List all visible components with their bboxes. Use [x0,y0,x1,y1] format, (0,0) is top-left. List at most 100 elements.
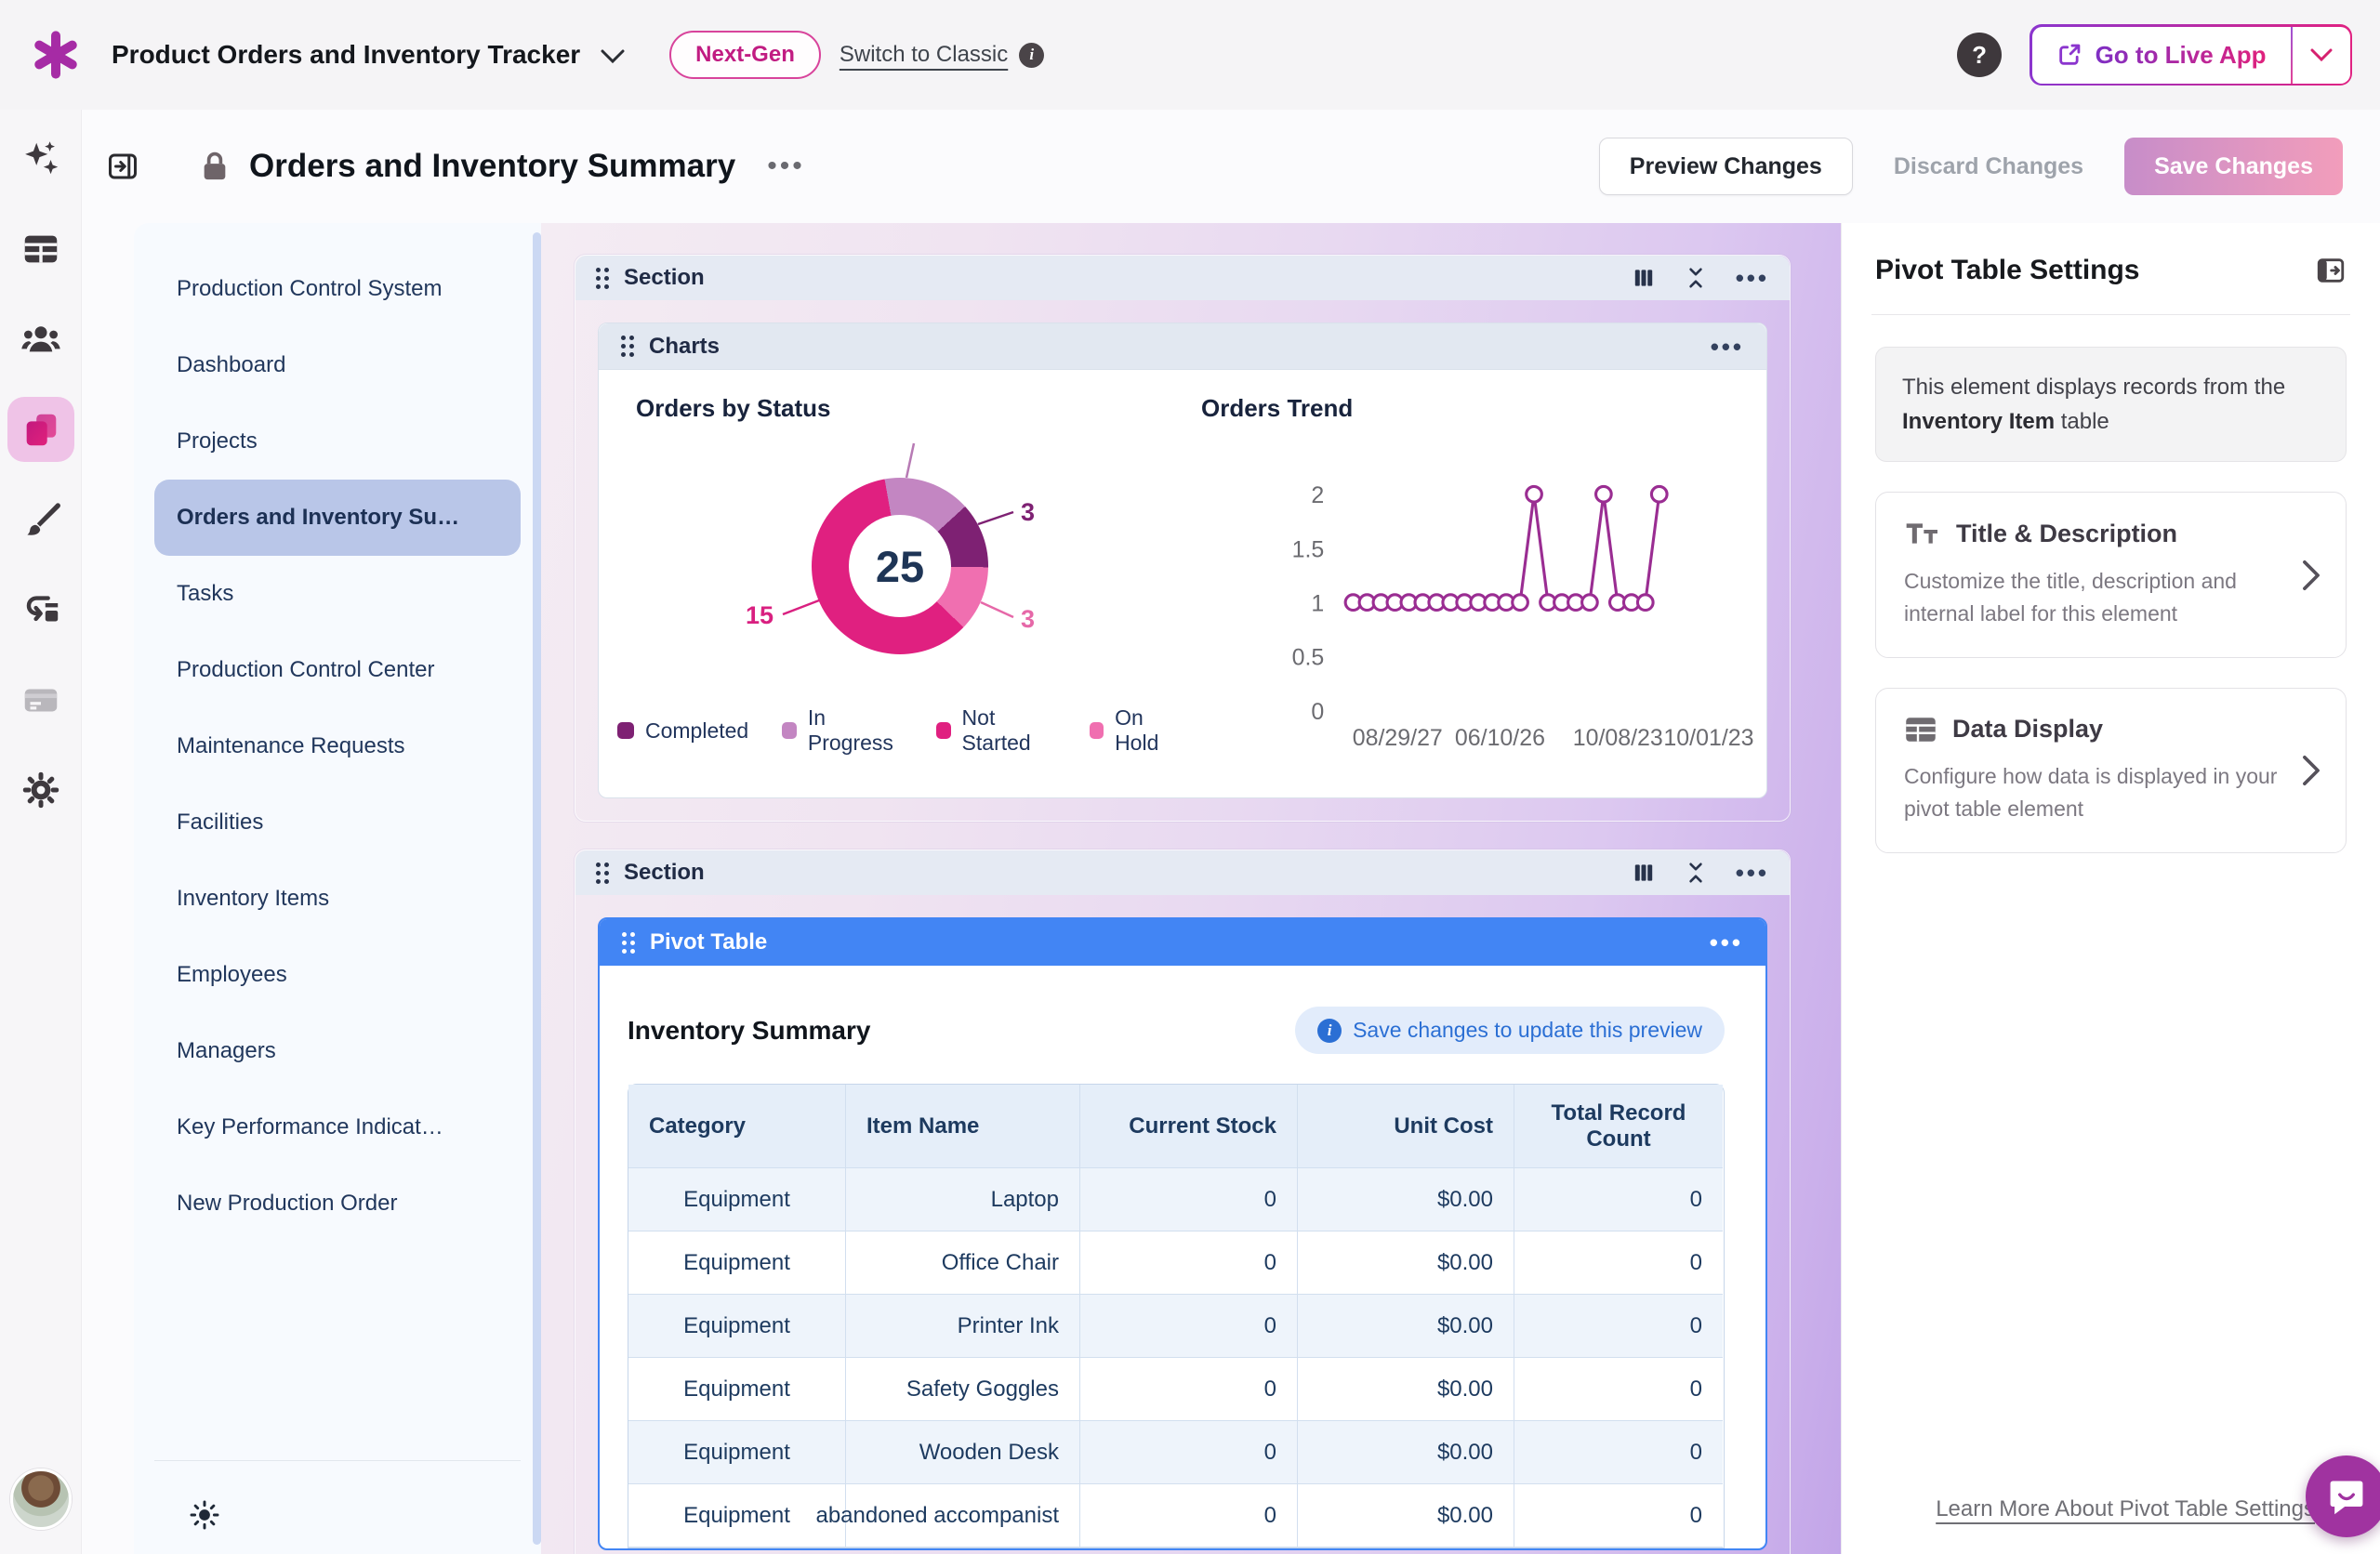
help-button[interactable]: ? [1957,33,2002,77]
donut-center-total: 25 [812,478,988,654]
collapse-sidebar-button[interactable] [102,146,143,187]
classic-info-icon[interactable]: i [1019,43,1044,68]
svg-text:1: 1 [1311,591,1324,617]
pages-icon[interactable] [7,397,74,462]
drag-handle-icon[interactable] [621,336,634,357]
switch-to-classic-link[interactable]: Switch to Classic [840,42,1008,68]
drag-handle-icon[interactable] [622,932,635,954]
column-header[interactable]: Unit Cost [1298,1085,1514,1168]
line-chart-title: Orders Trend [1201,394,1748,423]
design-brush-icon[interactable] [7,487,74,552]
pivot-table-element[interactable]: Pivot Table ••• Inventory Summary i Save… [598,917,1767,1550]
pivot-table-body: Equipment Laptop 0 $0.00 0 [628,1168,1724,1547]
sidebar-page-item[interactable]: New Production Order [154,1166,521,1242]
ai-sparkles-icon[interactable] [7,126,74,191]
title-description-setting[interactable]: Title & Description Customize the title,… [1875,492,2347,658]
cell-unit-cost: $0.00 [1298,1421,1514,1484]
collapse-section-icon[interactable] [1684,266,1708,290]
sidebar-page-item[interactable]: Production Control System [154,251,521,327]
save-changes-button[interactable]: Save Changes [2124,138,2343,195]
table-row[interactable]: Equipment abandoned accompanist 0 $0.00 … [628,1484,1724,1547]
column-header[interactable]: Current Stock [1080,1085,1298,1168]
sidebar-page-item[interactable]: Inventory Items [154,861,521,937]
users-icon[interactable] [7,307,74,372]
preview-notice-badge: i Save changes to update this preview [1295,1007,1725,1054]
go-to-live-app-button[interactable]: Go to Live App [2032,27,2291,84]
drag-handle-icon[interactable] [596,268,609,289]
drag-handle-icon[interactable] [596,863,609,884]
pages-nav-list: Production Control System Dashboard Proj… [134,223,541,1242]
collapse-section-icon[interactable] [1684,861,1708,885]
chevron-right-icon [2301,755,2321,786]
legend-item: On Hold [1090,705,1183,756]
cell-unit-cost: $0.00 [1298,1168,1514,1231]
column-header[interactable]: Item Name [846,1085,1080,1168]
settings-gear-icon[interactable] [7,757,74,823]
donut-legend: Completed In Progress [617,705,1183,756]
section-pivot[interactable]: Section ••• [575,849,1791,1554]
sidebar-page-item[interactable]: Projects [154,403,521,480]
columns-layout-icon[interactable] [1632,861,1656,885]
cell-category: Equipment [628,1484,846,1547]
columns-layout-icon[interactable] [1632,266,1656,290]
sidebar-page-item[interactable]: Employees [154,937,521,1013]
theme-sun-icon[interactable] [190,1500,219,1530]
setting-card-description: Customize the title, description and int… [1904,565,2281,629]
line-chart-svg[interactable]: 21.510.5008/29/2706/10/2610/08/2310/01/2… [1272,451,1755,770]
panel-divider [1871,314,2350,315]
sidebar-page-item[interactable]: Managers [154,1013,521,1089]
page-header: Orders and Inventory Summary ••• Preview… [82,110,2380,223]
table-row[interactable]: Equipment Office Chair 0 $0.00 0 [628,1231,1724,1295]
svg-text:08/29/27: 08/29/27 [1353,725,1443,751]
table-row[interactable]: Equipment Printer Ink 0 $0.00 0 [628,1295,1724,1358]
section-header: Section ••• [575,256,1790,300]
table-grid-icon [1904,716,1937,744]
table-row[interactable]: Equipment Laptop 0 $0.00 0 [628,1168,1724,1231]
section-charts[interactable]: Section ••• [575,255,1791,822]
live-app-dropdown-button[interactable] [2293,27,2350,84]
preview-changes-button[interactable]: Preview Changes [1599,138,1853,195]
discard-changes-button[interactable]: Discard Changes [1894,153,2083,180]
column-header[interactable]: Category [628,1085,846,1168]
page-menu-button[interactable]: ••• [767,151,805,182]
cell-total-count: 0 [1514,1421,1723,1484]
chevron-right-icon [2301,560,2321,591]
legend-swatch [936,722,951,739]
left-icon-rail [0,110,82,1554]
data-tables-icon[interactable] [7,217,74,282]
orders-by-status-chart: Orders by Status 25 [617,394,1183,770]
callout-completed-value: 3 [1021,498,1035,526]
sidebar-page-item[interactable]: Maintenance Requests [154,708,521,784]
learn-more-link[interactable]: Learn More About Pivot Table Settings [1936,1496,2315,1522]
app-logo-icon [32,31,80,79]
support-chat-button[interactable] [2306,1455,2380,1537]
go-to-live-app-button-group: Go to Live App [2030,24,2352,86]
column-header[interactable]: Total Record Count [1514,1085,1723,1168]
charts-element[interactable]: Charts ••• Orders by Status [598,323,1767,798]
sidebar-page-item[interactable]: Facilities [154,784,521,861]
user-avatar[interactable] [10,1468,72,1530]
cell-total-count: 0 [1514,1484,1723,1547]
legend-swatch [617,722,634,739]
table-row[interactable]: Equipment Wooden Desk 0 $0.00 0 [628,1421,1724,1484]
sidebar-page-label: Tasks [177,581,233,607]
workflow-icon[interactable] [7,577,74,642]
sidebar-divider [154,1460,521,1461]
sidebar-page-item[interactable]: Orders and Inventory Su… [154,480,521,556]
cell-current-stock: 0 [1080,1421,1298,1484]
cell-item-name: Laptop [846,1168,1080,1231]
table-row[interactable]: Equipment Safety Goggles 0 $0.00 0 [628,1358,1724,1421]
sidebar-page-label: Orders and Inventory Su… [177,505,459,531]
app-switcher-chevron-icon[interactable] [601,49,625,64]
sidebar-scrollbar[interactable] [533,232,541,1545]
sidebar-page-item[interactable]: Tasks [154,556,521,632]
billing-card-icon[interactable] [7,667,74,732]
sidebar-page-item[interactable]: Key Performance Indicat… [154,1089,521,1166]
sidebar-page-item[interactable]: Production Control Center [154,632,521,708]
data-display-setting[interactable]: Data Display Configure how data is displ… [1875,688,2347,853]
cell-category: Equipment [628,1295,846,1358]
pivot-table: Category Item Name Current Stock Unit Co… [628,1084,1725,1548]
collapse-panel-icon[interactable] [2315,255,2347,286]
sidebar-page-item[interactable]: Dashboard [154,327,521,403]
cell-current-stock: 0 [1080,1168,1298,1231]
